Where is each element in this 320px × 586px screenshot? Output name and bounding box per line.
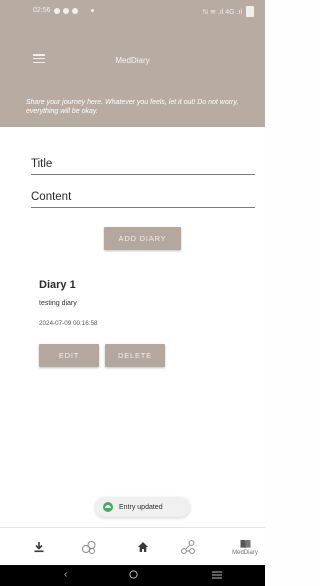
nav-meddiary[interactable]: MedDiary <box>226 528 264 566</box>
content-input[interactable] <box>31 191 255 207</box>
toast-message: Entry updated <box>119 503 163 511</box>
battery-icon <box>246 6 254 17</box>
toast-notification: Entry updated <box>95 497 190 517</box>
signal-status-icons: ℕ ≋ .ıl 4G .ıl <box>202 8 242 16</box>
download-icon <box>34 542 44 553</box>
status-right: ℕ ≋ .ıl 4G .ıl <box>203 6 254 17</box>
sync-status-icon <box>71 7 78 14</box>
share-icon <box>181 540 195 554</box>
content-field[interactable] <box>31 187 255 208</box>
diary-date: 2024-07-09 00:16:58 <box>39 320 98 327</box>
molecule-icon <box>82 541 96 554</box>
status-time: 02:56 <box>33 7 51 14</box>
nav-home[interactable] <box>130 528 156 566</box>
more-notifications-dot-icon <box>90 9 94 12</box>
app-logo-icon <box>103 502 113 512</box>
system-navigation-bar: ‹ <box>0 565 265 586</box>
nav-share[interactable] <box>175 528 201 566</box>
nav-download[interactable] <box>26 528 52 566</box>
app-bar: MedDiary <box>0 40 265 76</box>
title-field[interactable] <box>31 154 255 175</box>
title-input[interactable] <box>31 158 255 174</box>
book-icon <box>240 539 250 548</box>
add-diary-button[interactable]: ADD DIARY <box>104 227 181 250</box>
diary-content: testing diary <box>39 300 77 307</box>
delete-button[interactable]: DELETE <box>105 344 165 367</box>
status-left: 02:56 <box>33 7 94 14</box>
diary-title: Diary 1 <box>39 279 76 291</box>
header-area: 02:56 ℕ ≋ .ıl 4G .ıl MedDiary Share your… <box>0 0 265 127</box>
nav-meddiary-label: MedDiary <box>232 549 258 556</box>
intro-subtitle: Share your journey here. Whatever you fe… <box>26 99 239 115</box>
home-circle-icon[interactable] <box>129 570 138 582</box>
recents-menu-icon[interactable] <box>212 571 222 582</box>
back-chevron-icon[interactable]: ‹ <box>64 569 67 580</box>
bottom-navigation: MedDiary <box>0 527 265 566</box>
settings-status-icon <box>53 7 60 14</box>
notification-status-icon <box>62 7 69 14</box>
home-icon <box>138 542 148 552</box>
screen: 02:56 ℕ ≋ .ıl 4G .ıl MedDiary Share your… <box>0 0 265 586</box>
nav-molecule[interactable] <box>76 528 102 566</box>
status-bar: 02:56 ℕ ≋ .ıl 4G .ıl <box>0 0 265 24</box>
edit-button[interactable]: EDIT <box>39 344 99 367</box>
app-title: MedDiary <box>115 56 150 65</box>
